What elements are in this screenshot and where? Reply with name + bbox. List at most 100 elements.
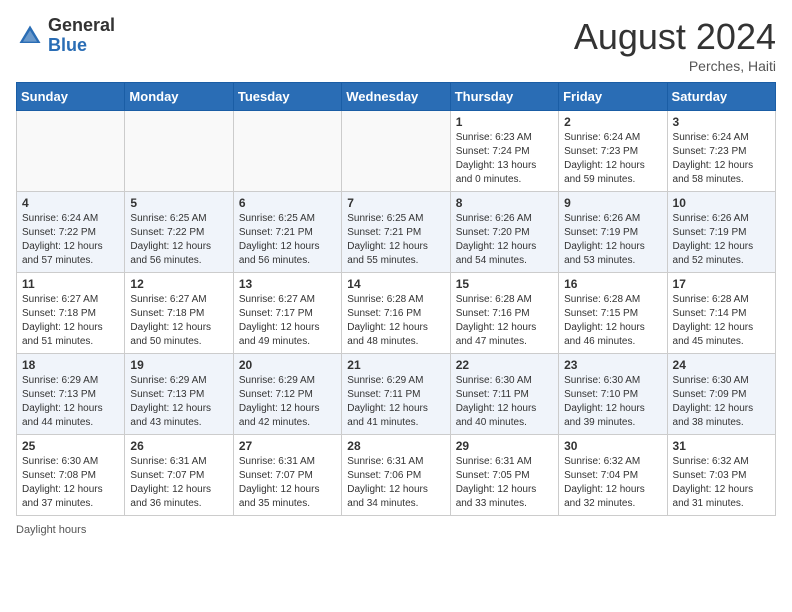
day-number: 28	[347, 439, 444, 453]
weekday-header-friday: Friday	[559, 83, 667, 111]
day-info: Sunrise: 6:28 AM Sunset: 7:16 PM Dayligh…	[456, 293, 553, 349]
day-number: 1	[456, 115, 553, 129]
day-info: Sunrise: 6:30 AM Sunset: 7:11 PM Dayligh…	[456, 374, 553, 430]
calendar-cell: 27Sunrise: 6:31 AM Sunset: 7:07 PM Dayli…	[233, 435, 341, 516]
logo-blue-text: Blue	[48, 36, 115, 56]
day-info: Sunrise: 6:29 AM Sunset: 7:13 PM Dayligh…	[22, 374, 119, 430]
calendar-cell: 20 Sunrise: 6:29 AM Sunset: 7:12 PM Dayli…	[233, 354, 341, 435]
day-info: Sunrise: 6:29 AM Sunset: 7:11 PM Dayligh…	[347, 374, 444, 430]
weekday-header-thursday: Thursday	[450, 83, 558, 111]
weekday-header-tuesday: Tuesday	[233, 83, 341, 111]
calendar-cell: 28 Sunrise: 6:31 AM Sunset: 7:06 PM Dayli…	[342, 435, 450, 516]
calendar-cell: 18 Sunrise: 6:29 AM Sunset: 7:13 PM Dayli…	[17, 354, 125, 435]
calendar-table: SundayMondayTuesdayWednesdayThursdayFrid…	[16, 82, 776, 516]
day-info: Sunrise: 6:29 AM Sunset: 7:12 PM Dayligh…	[239, 374, 336, 430]
calendar-cell: 13 Sunrise: 6:27 AM Sunset: 7:17 PM Dayli…	[233, 273, 341, 354]
page-header: General Blue August 2024 Perches, Haiti	[16, 16, 776, 74]
day-number: 6	[239, 196, 336, 210]
day-info: Sunrise: 6:28 AM Sunset: 7:15 PM Dayligh…	[564, 293, 661, 349]
day-number: 12	[130, 277, 227, 291]
calendar-cell: 31Sunrise: 6:32 AM Sunset: 7:03 PM Dayli…	[667, 435, 775, 516]
day-number: 5	[130, 196, 227, 210]
day-number: 20	[239, 358, 336, 372]
footer-note: Daylight hours	[16, 524, 776, 536]
day-number: 21	[347, 358, 444, 372]
location-subtitle: Perches, Haiti	[574, 58, 776, 74]
calendar-cell: 4 Sunrise: 6:24 AM Sunset: 7:22 PM Daylig…	[17, 192, 125, 273]
calendar-cell: 5Sunrise: 6:25 AM Sunset: 7:22 PM Daylig…	[125, 192, 233, 273]
daylight-label: Daylight hours	[16, 524, 86, 536]
calendar-cell: 29Sunrise: 6:31 AM Sunset: 7:05 PM Dayli…	[450, 435, 558, 516]
day-number: 25	[22, 439, 119, 453]
day-number: 24	[673, 358, 770, 372]
day-number: 13	[239, 277, 336, 291]
calendar-week-row: 11Sunrise: 6:27 AM Sunset: 7:18 PM Dayli…	[17, 273, 776, 354]
logo-text: General Blue	[48, 16, 115, 56]
day-info: Sunrise: 6:24 AM Sunset: 7:23 PM Dayligh…	[564, 131, 661, 187]
calendar-week-row: 1 Sunrise: 6:23 AM Sunset: 7:24 PM Daylig…	[17, 111, 776, 192]
calendar-cell: 16 Sunrise: 6:28 AM Sunset: 7:15 PM Dayli…	[559, 273, 667, 354]
day-number: 15	[456, 277, 553, 291]
calendar-cell: 2Sunrise: 6:24 AM Sunset: 7:23 PM Daylig…	[559, 111, 667, 192]
day-number: 8	[456, 196, 553, 210]
day-info: Sunrise: 6:32 AM Sunset: 7:04 PM Dayligh…	[564, 455, 661, 511]
day-info: Sunrise: 6:26 AM Sunset: 7:20 PM Dayligh…	[456, 212, 553, 268]
calendar-cell: 7 Sunrise: 6:25 AM Sunset: 7:21 PM Daylig…	[342, 192, 450, 273]
calendar-cell: 30Sunrise: 6:32 AM Sunset: 7:04 PM Dayli…	[559, 435, 667, 516]
calendar-cell: 24Sunrise: 6:30 AM Sunset: 7:09 PM Dayli…	[667, 354, 775, 435]
day-number: 11	[22, 277, 119, 291]
day-number: 18	[22, 358, 119, 372]
day-info: Sunrise: 6:25 AM Sunset: 7:21 PM Dayligh…	[347, 212, 444, 268]
day-number: 17	[673, 277, 770, 291]
day-number: 9	[564, 196, 661, 210]
calendar-week-row: 25Sunrise: 6:30 AM Sunset: 7:08 PM Dayli…	[17, 435, 776, 516]
day-number: 3	[673, 115, 770, 129]
calendar-cell: 17Sunrise: 6:28 AM Sunset: 7:14 PM Dayli…	[667, 273, 775, 354]
calendar-cell: 6 Sunrise: 6:25 AM Sunset: 7:21 PM Daylig…	[233, 192, 341, 273]
day-info: Sunrise: 6:24 AM Sunset: 7:22 PM Dayligh…	[22, 212, 119, 268]
calendar-cell: 25Sunrise: 6:30 AM Sunset: 7:08 PM Dayli…	[17, 435, 125, 516]
day-info: Sunrise: 6:23 AM Sunset: 7:24 PM Dayligh…	[456, 131, 553, 187]
day-number: 23	[564, 358, 661, 372]
day-info: Sunrise: 6:31 AM Sunset: 7:06 PM Dayligh…	[347, 455, 444, 511]
day-number: 29	[456, 439, 553, 453]
day-number: 16	[564, 277, 661, 291]
day-number: 19	[130, 358, 227, 372]
weekday-header-monday: Monday	[125, 83, 233, 111]
weekday-header-saturday: Saturday	[667, 83, 775, 111]
calendar-cell: 8 Sunrise: 6:26 AM Sunset: 7:20 PM Daylig…	[450, 192, 558, 273]
day-number: 7	[347, 196, 444, 210]
calendar-cell: 11Sunrise: 6:27 AM Sunset: 7:18 PM Dayli…	[17, 273, 125, 354]
logo-icon	[16, 22, 44, 50]
day-info: Sunrise: 6:31 AM Sunset: 7:07 PM Dayligh…	[130, 455, 227, 511]
calendar-cell: 14Sunrise: 6:28 AM Sunset: 7:16 PM Dayli…	[342, 273, 450, 354]
day-info: Sunrise: 6:30 AM Sunset: 7:10 PM Dayligh…	[564, 374, 661, 430]
logo-general-text: General	[48, 16, 115, 36]
calendar-cell	[125, 111, 233, 192]
day-info: Sunrise: 6:25 AM Sunset: 7:21 PM Dayligh…	[239, 212, 336, 268]
calendar-cell	[233, 111, 341, 192]
calendar-cell: 9 Sunrise: 6:26 AM Sunset: 7:19 PM Daylig…	[559, 192, 667, 273]
weekday-header-row: SundayMondayTuesdayWednesdayThursdayFrid…	[17, 83, 776, 111]
calendar-week-row: 18 Sunrise: 6:29 AM Sunset: 7:13 PM Dayli…	[17, 354, 776, 435]
day-info: Sunrise: 6:27 AM Sunset: 7:17 PM Dayligh…	[239, 293, 336, 349]
day-number: 26	[130, 439, 227, 453]
day-number: 10	[673, 196, 770, 210]
day-info: Sunrise: 6:24 AM Sunset: 7:23 PM Dayligh…	[673, 131, 770, 187]
day-info: Sunrise: 6:29 AM Sunset: 7:13 PM Dayligh…	[130, 374, 227, 430]
calendar-cell: 21 Sunrise: 6:29 AM Sunset: 7:11 PM Dayli…	[342, 354, 450, 435]
day-number: 4	[22, 196, 119, 210]
month-year-title: August 2024	[574, 16, 776, 58]
day-info: Sunrise: 6:32 AM Sunset: 7:03 PM Dayligh…	[673, 455, 770, 511]
day-info: Sunrise: 6:26 AM Sunset: 7:19 PM Dayligh…	[673, 212, 770, 268]
calendar-cell: 19 Sunrise: 6:29 AM Sunset: 7:13 PM Dayli…	[125, 354, 233, 435]
calendar-cell	[342, 111, 450, 192]
calendar-cell: 10 Sunrise: 6:26 AM Sunset: 7:19 PM Dayli…	[667, 192, 775, 273]
title-block: August 2024 Perches, Haiti	[574, 16, 776, 74]
day-info: Sunrise: 6:26 AM Sunset: 7:19 PM Dayligh…	[564, 212, 661, 268]
calendar-cell: 1 Sunrise: 6:23 AM Sunset: 7:24 PM Daylig…	[450, 111, 558, 192]
weekday-header-wednesday: Wednesday	[342, 83, 450, 111]
weekday-header-sunday: Sunday	[17, 83, 125, 111]
day-number: 27	[239, 439, 336, 453]
day-number: 14	[347, 277, 444, 291]
